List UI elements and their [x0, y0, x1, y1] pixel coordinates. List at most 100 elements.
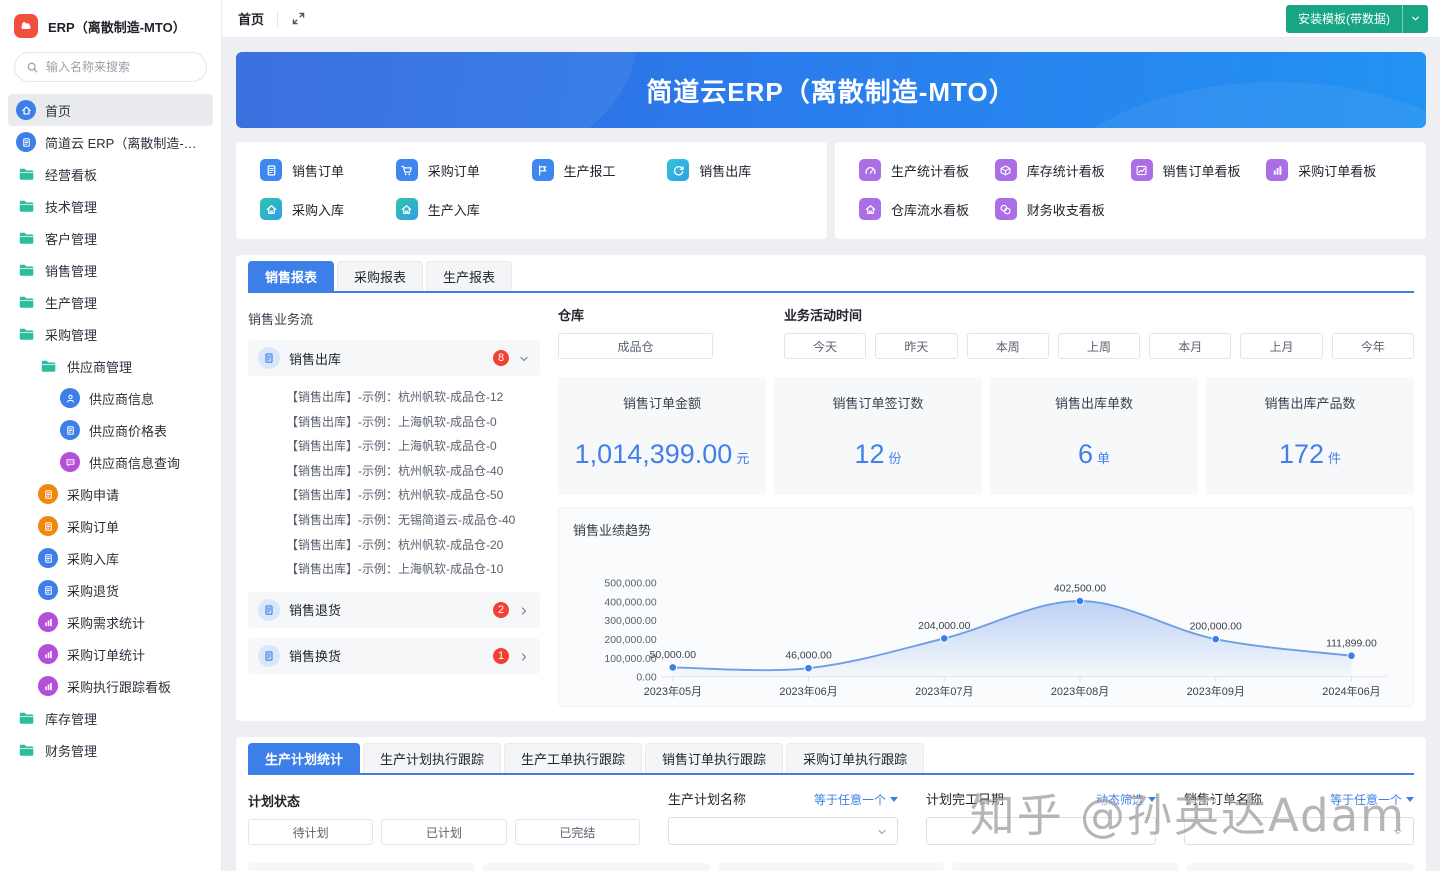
time-option-today[interactable]: 今天	[784, 333, 866, 359]
flow-group-sales-return[interactable]: 销售退货 2	[248, 592, 540, 628]
folder-open-icon	[16, 327, 36, 341]
flow-item[interactable]: 【销售出库】-示例：上海帆软-成品仓-0	[286, 434, 540, 459]
time-option-this-month[interactable]: 本月	[1149, 333, 1231, 359]
tab-production-plan-stats[interactable]: 生产计划统计	[248, 743, 360, 773]
flow-item[interactable]: 【销售出库】-示例：杭州帆软-成品仓-50	[286, 483, 540, 508]
page-title: 简道云ERP（离散制造-MTO）	[646, 72, 1015, 109]
production-kpi-cards: 计划数量 计划生产种类 计划生产数量 生产任务数 任务生产数量	[248, 863, 1414, 871]
filter-operator[interactable]: 等于任意一个	[814, 791, 898, 808]
quick-link-inventory-stats-board[interactable]: 库存统计看板	[995, 159, 1131, 181]
gauge-icon	[859, 159, 881, 181]
sidebar-item-supplier-price[interactable]: 供应商价格表	[8, 414, 213, 446]
sidebar-item-customer[interactable]: 客户管理	[8, 222, 213, 254]
flow-item[interactable]: 【销售出库】-示例：无锡简道云-成品仓-40	[286, 508, 540, 533]
finish-date-input[interactable]	[926, 817, 1156, 845]
time-option-this-year[interactable]: 今年	[1332, 333, 1414, 359]
flow-group-sales-exchange[interactable]: 销售换货 1	[248, 638, 540, 674]
sidebar-item-supplier-query[interactable]: 供应商信息查询	[8, 446, 213, 478]
install-template-button[interactable]: 安装模板(带数据)	[1286, 5, 1428, 33]
tab-work-order-tracking[interactable]: 生产工单执行跟踪	[504, 743, 642, 773]
tab-production-plan-tracking[interactable]: 生产计划执行跟踪	[363, 743, 501, 773]
sidebar-item-purchase-inbound[interactable]: 采购入库	[8, 542, 213, 574]
tab-sales-order-tracking[interactable]: 销售订单执行跟踪	[645, 743, 783, 773]
status-option-planned[interactable]: 已计划	[381, 819, 506, 845]
sidebar-item-inventory[interactable]: 库存管理	[8, 702, 213, 734]
tab-purchase-report[interactable]: 采购报表	[337, 261, 423, 291]
flow-group-sales-outbound[interactable]: 销售出库 8	[248, 340, 540, 376]
quick-link-purchase-inbound[interactable]: 采购入库	[260, 198, 396, 220]
sidebar-item-finance[interactable]: 财务管理	[8, 734, 213, 766]
svg-text:2023年05月: 2023年05月	[644, 684, 702, 698]
install-dropdown-arrow[interactable]	[1402, 5, 1428, 33]
count-badge: 8	[493, 350, 509, 366]
sidebar-item-business-board[interactable]: 经营看板	[8, 158, 213, 190]
kpi-value: 172	[1279, 439, 1324, 469]
flow-item[interactable]: 【销售出库】-示例：上海帆软-成品仓-0	[286, 410, 540, 435]
page-content: 简道云ERP（离散制造-MTO） 销售订单 采购订单 生产报工 销售出库 采购入…	[222, 38, 1440, 871]
quick-link-finance-board[interactable]: 财务收支看板	[995, 198, 1131, 220]
kpi-value: 1,014,399.00	[575, 439, 733, 469]
chevron-right-icon[interactable]	[518, 604, 530, 616]
quick-link-production-stats-board[interactable]: 生产统计看板	[859, 159, 995, 181]
count-badge: 2	[493, 602, 509, 618]
cycle-arrow-icon	[667, 159, 689, 181]
sidebar-item-purchase-tracking-board[interactable]: 采购执行跟踪看板	[8, 670, 213, 702]
sidebar-item-home[interactable]: 首页	[8, 94, 213, 126]
topbar: 首页 安装模板(带数据)	[222, 0, 1440, 38]
flow-item[interactable]: 【销售出库】-示例：上海帆软-成品仓-10	[286, 557, 540, 582]
time-option-this-week[interactable]: 本周	[967, 333, 1049, 359]
production-tabs: 生产计划统计 生产计划执行跟踪 生产工单执行跟踪 销售订单执行跟踪 采购订单执行…	[248, 743, 1414, 775]
sidebar-item-purchase-order[interactable]: 采购订单	[8, 510, 213, 542]
kpi-task-quantity: 任务生产数量	[1187, 863, 1414, 871]
quick-link-purchase-order-board[interactable]: 采购订单看板	[1266, 159, 1402, 181]
tab-purchase-order-tracking[interactable]: 采购订单执行跟踪	[786, 743, 924, 773]
sidebar-item-purchase-return[interactable]: 采购退货	[8, 574, 213, 606]
sidebar-item-purchase-demand-stats[interactable]: 采购需求统计	[8, 606, 213, 638]
flow-item[interactable]: 【销售出库】-示例：杭州帆软-成品仓-40	[286, 459, 540, 484]
time-option-last-week[interactable]: 上周	[1058, 333, 1140, 359]
app-title: ERP（离散制造-MTO）	[48, 17, 186, 36]
flow-item[interactable]: 【销售出库】-示例：杭州帆软-成品仓-20	[286, 533, 540, 558]
fullscreen-icon[interactable]	[291, 11, 307, 27]
plan-name-select[interactable]	[668, 817, 898, 845]
sidebar-item-purchase-request[interactable]: 采购申请	[8, 478, 213, 510]
quick-link-sales-order[interactable]: 销售订单	[260, 159, 396, 181]
quick-link-sales-order-board[interactable]: 销售订单看板	[1131, 159, 1267, 181]
tab-production-report[interactable]: 生产报表	[426, 261, 512, 291]
chevron-down-icon[interactable]	[518, 352, 530, 364]
status-option-pending[interactable]: 待计划	[248, 819, 373, 845]
filter-operator[interactable]: 动态筛选	[1096, 791, 1156, 808]
quick-link-purchase-order[interactable]: 采购订单	[396, 159, 532, 181]
time-option-yesterday[interactable]: 昨天	[875, 333, 957, 359]
bar-chart-icon	[38, 644, 58, 664]
svg-text:2023年07月: 2023年07月	[915, 684, 973, 698]
sidebar-search[interactable]	[14, 52, 207, 82]
sidebar-item-app-doc[interactable]: 简道云 ERP（离散制造-MTO）...	[8, 126, 213, 158]
sidebar-item-production[interactable]: 生产管理	[8, 286, 213, 318]
tab-sales-report[interactable]: 销售报表	[248, 261, 334, 291]
filter-operator[interactable]: 等于任意一个	[1330, 791, 1414, 808]
sales-trend-chart: 500,000.00400,000.00300,000.00200,000.00…	[573, 539, 1399, 702]
quick-link-production-inbound[interactable]: 生产入库	[396, 198, 532, 220]
search-input[interactable]	[46, 60, 195, 74]
sales-order-name-filter: 销售订单名称 等于任意一个	[1184, 791, 1414, 845]
divider	[277, 11, 278, 27]
sidebar-item-sales[interactable]: 销售管理	[8, 254, 213, 286]
doc-icon	[258, 599, 280, 621]
time-option-last-month[interactable]: 上月	[1240, 333, 1322, 359]
sidebar-item-supplier-mgmt[interactable]: 供应商管理	[8, 350, 213, 382]
sidebar-item-purchase-order-stats[interactable]: 采购订单统计	[8, 638, 213, 670]
quick-link-warehouse-flow-board[interactable]: 仓库流水看板	[859, 198, 995, 220]
kpi-plan-product-types: 计划生产种类	[483, 863, 710, 871]
warehouse-filter-value[interactable]: 成品仓	[558, 333, 713, 359]
sales-order-name-select[interactable]	[1184, 817, 1414, 845]
quick-link-production-report[interactable]: 生产报工	[532, 159, 668, 181]
status-option-finished[interactable]: 已完结	[515, 819, 640, 845]
sidebar-item-supplier-info[interactable]: 供应商信息	[8, 382, 213, 414]
tab-home[interactable]: 首页	[238, 9, 264, 28]
quick-link-sales-outbound[interactable]: 销售出库	[667, 159, 803, 181]
sidebar-item-purchase[interactable]: 采购管理	[8, 318, 213, 350]
flow-item[interactable]: 【销售出库】-示例：杭州帆软-成品仓-12	[286, 385, 540, 410]
sidebar-item-tech[interactable]: 技术管理	[8, 190, 213, 222]
chevron-right-icon[interactable]	[518, 650, 530, 662]
